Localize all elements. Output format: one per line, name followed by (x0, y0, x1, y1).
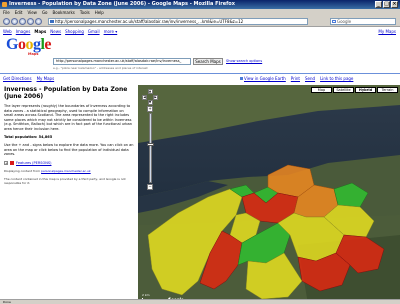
gbar-web[interactable]: Web (3, 29, 12, 34)
satellite-map-svg[interactable] (138, 85, 400, 304)
layer-color-icon (10, 160, 14, 165)
expand-icon[interactable]: + (4, 160, 8, 165)
window-title-bar: Inverness - Population by Data Zone (Jun… (0, 0, 400, 9)
menu-edit[interactable]: Edit (15, 10, 23, 15)
address-bar[interactable]: http://personalpages.manchester.ac.uk/st… (48, 18, 308, 25)
zoom-out-button[interactable]: − (147, 184, 153, 190)
view-in-google-earth-link[interactable]: View in Google Earth (240, 76, 286, 81)
map-type-satellite[interactable]: Satellite (333, 87, 354, 93)
features-link[interactable]: Features (PERSONS) (16, 161, 51, 165)
logo-maps-label: Maps (28, 52, 39, 56)
map-title: Inverness - Population by Data Zone (Jun… (4, 86, 128, 100)
menu-tools[interactable]: Tools (80, 10, 90, 15)
link-to-this-page[interactable]: Link to this page (320, 76, 353, 81)
back-icon[interactable] (3, 18, 10, 25)
zoom-pan-control: ▲ ◀ ▶ ▼ + − (142, 89, 158, 190)
sub-navigation: Get Directions My Maps (3, 76, 54, 81)
pan-control: ▲ ◀ ▶ ▼ (142, 89, 158, 105)
pan-left-icon[interactable]: ◀ (142, 94, 147, 100)
menu-help[interactable]: Help (95, 10, 104, 15)
web-page: Web Images Maps News Shopping Gmail more… (0, 27, 400, 304)
zoom-slider[interactable] (146, 113, 154, 183)
map-links: View in Google Earth Print Send Link to … (240, 76, 353, 81)
navigation-toolbar: http://personalpages.manchester.ac.uk/st… (0, 16, 400, 27)
zoom-in-button[interactable]: + (147, 106, 153, 112)
content-source: Displaying content from personalpages.ma… (4, 169, 134, 173)
close-button[interactable]: × (391, 1, 398, 8)
forward-icon[interactable] (11, 18, 18, 25)
search-placeholder: Google (337, 19, 352, 24)
print-link[interactable]: Print (291, 76, 300, 81)
maps-search-input[interactable]: http://personalpages.manchester.ac.uk/st… (53, 58, 191, 65)
description-paragraph: The layer represents (roughly) the bound… (4, 104, 132, 131)
sidebar: Inverness - Population by Data Zone (Jun… (0, 83, 138, 304)
gbar-maps: Maps (34, 29, 47, 34)
menu-view[interactable]: View (27, 10, 37, 15)
gbar-news[interactable]: News (50, 29, 61, 34)
address-text: http://personalpages.manchester.ac.uk/st… (55, 19, 244, 24)
pan-right-icon[interactable]: ▶ (153, 94, 158, 100)
gbar-more[interactable]: more ▾ (104, 29, 118, 34)
maximize-button[interactable]: □ (383, 1, 390, 8)
google-bar: Web Images Maps News Shopping Gmail more… (3, 29, 117, 34)
google-search-icon (332, 20, 336, 23)
get-directions-link[interactable]: Get Directions (3, 76, 32, 81)
map-view[interactable]: Map Satellite Hybrid Terrain ▲ ◀ ▶ ▼ + −… (138, 85, 400, 304)
show-search-options-link[interactable]: Show search options (226, 59, 262, 63)
send-link[interactable]: Send (305, 76, 315, 81)
total-population: Total population: 54,865 (4, 135, 53, 139)
google-maps-logo[interactable]: Google (6, 37, 51, 53)
firefox-icon (2, 2, 7, 7)
gbar-images[interactable]: Images (16, 29, 31, 34)
menu-file[interactable]: File (3, 10, 10, 15)
earth-icon (240, 77, 243, 80)
site-icon (50, 20, 54, 23)
gbar-my-maps[interactable]: My Maps (378, 29, 396, 34)
pan-down-icon[interactable]: ▼ (147, 100, 153, 105)
reload-icon[interactable] (19, 18, 26, 25)
pan-up-icon[interactable]: ▲ (147, 89, 153, 94)
map-type-terrain[interactable]: Terrain (377, 87, 398, 93)
search-hint: e.g., "pizza near kalamazoo" - addresses… (53, 66, 148, 70)
browser-search-input[interactable]: Google (330, 18, 396, 25)
zoom-slider-thumb[interactable] (146, 142, 154, 146)
source-label: Displaying content from (4, 168, 41, 173)
scale-label: 2 km (142, 293, 150, 297)
status-bar: Done (0, 299, 400, 304)
divider (0, 73, 400, 74)
menu-go[interactable]: Go (42, 10, 48, 15)
gbar-gmail[interactable]: Gmail (88, 29, 100, 34)
map-type-hybrid[interactable]: Hybrid (355, 87, 376, 93)
home-icon[interactable] (35, 18, 42, 25)
stop-icon[interactable] (27, 18, 34, 25)
feature-item[interactable]: + Features (PERSONS) (4, 160, 134, 165)
my-maps-link[interactable]: My Maps (37, 76, 55, 81)
instructions-paragraph: Use the + and - signs below to explore t… (4, 143, 134, 156)
disclaimer: The content contained in this map is pro… (4, 176, 126, 185)
menu-bookmarks[interactable]: Bookmarks (53, 10, 75, 15)
search-maps-button[interactable]: Search Maps (193, 58, 223, 65)
source-link[interactable]: personalpages.manchester.ac.uk (41, 169, 91, 173)
map-type-controls: Map Satellite Hybrid Terrain (311, 87, 398, 93)
window-title: Inverness - Population by Data Zone (Jun… (9, 1, 235, 7)
gbar-shopping[interactable]: Shopping (65, 29, 84, 34)
menu-bar: File Edit View Go Bookmarks Tools Help (0, 9, 400, 16)
minimize-button[interactable]: _ (375, 1, 382, 8)
map-type-map[interactable]: Map (311, 87, 332, 93)
